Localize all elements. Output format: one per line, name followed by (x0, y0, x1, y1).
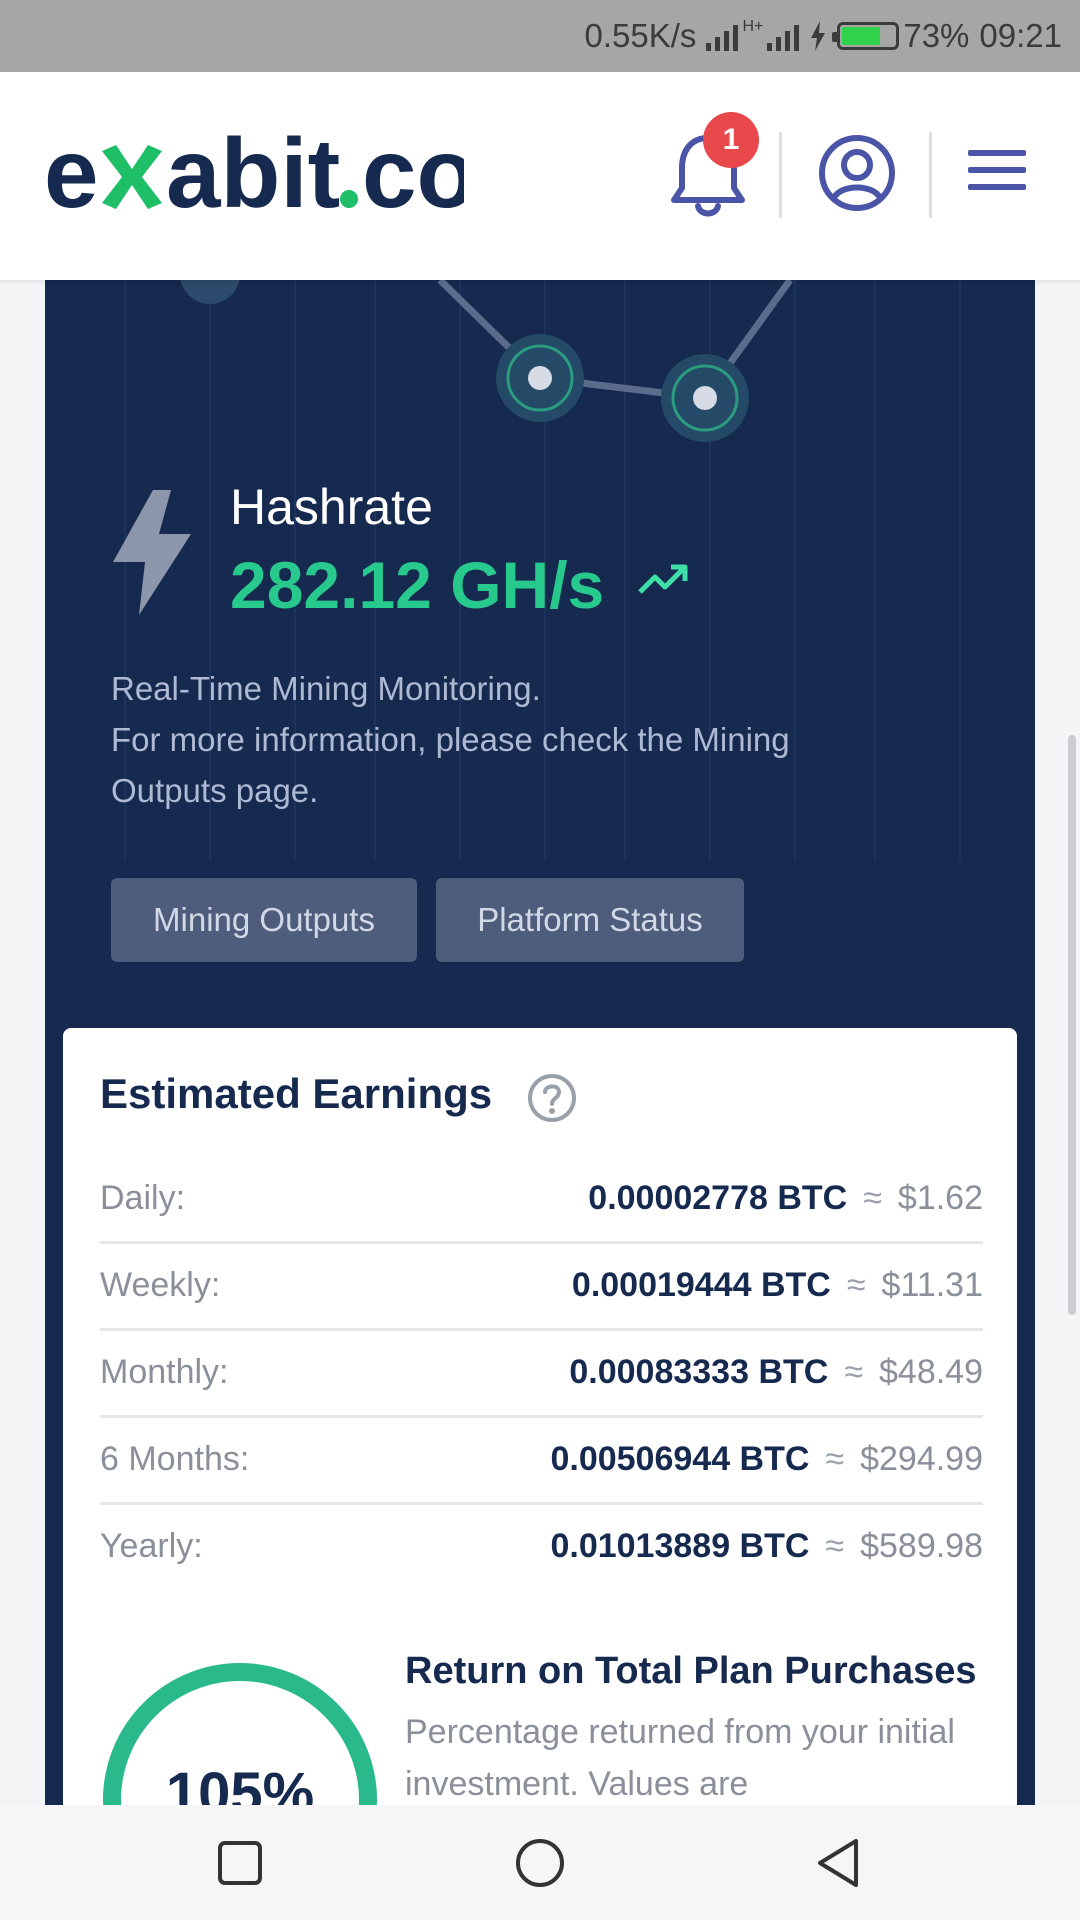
app-header: e abit co 1 (0, 72, 1080, 280)
signal-icon-2 (767, 21, 800, 51)
header-divider (779, 132, 782, 218)
hashrate-description-line1: Real-Time Mining Monitoring. (111, 670, 541, 707)
network-type: H+ (742, 18, 764, 35)
help-icon[interactable] (526, 1072, 578, 1124)
row-usd: $589.98 (860, 1527, 983, 1565)
hashrate-description: Real-Time Mining Monitoring. For more in… (111, 663, 891, 816)
bolt-icon (113, 490, 191, 615)
android-nav-bar (0, 1805, 1080, 1920)
row-btc: 0.01013889 BTC (550, 1527, 810, 1565)
row-btc: 0.00002778 BTC (588, 1179, 848, 1217)
row-btc: 0.00506944 BTC (550, 1440, 810, 1478)
page-scrollbar[interactable] (1068, 735, 1076, 1315)
header-divider-2 (929, 132, 932, 218)
platform-status-button[interactable]: Platform Status (436, 878, 744, 962)
status-bar-right: 0.55K/s H+ 73% 09:21 (585, 0, 1062, 72)
estimated-earnings-card: Estimated Earnings Daily: 0.00002778 BTC… (63, 1028, 1017, 1920)
mining-outputs-button[interactable]: Mining Outputs (111, 878, 417, 962)
earnings-row-daily: Daily: 0.00002778 BTC ≈ $1.62 (100, 1157, 983, 1244)
status-bar: 0.55K/s H+ 73% 09:21 (0, 0, 1080, 72)
home-icon[interactable] (510, 1833, 570, 1893)
row-approx: ≈ (825, 1527, 845, 1565)
row-usd: $294.99 (860, 1440, 983, 1478)
roi-title: Return on Total Plan Purchases (405, 1650, 977, 1692)
trending-up-icon (638, 564, 688, 594)
hashrate-label: Hashrate (230, 479, 433, 535)
earnings-row-yearly: Yearly: 0.01013889 BTC ≈ $589.98 (100, 1505, 983, 1592)
row-usd: $11.31 (881, 1266, 983, 1304)
earnings-row-monthly: Monthly: 0.00083333 BTC ≈ $48.49 (100, 1331, 983, 1418)
row-usd: $48.49 (879, 1353, 983, 1391)
svg-text:e: e (44, 118, 99, 227)
row-approx: ≈ (846, 1266, 866, 1304)
row-usd: $1.62 (897, 1179, 983, 1217)
notification-badge: 1 (703, 112, 759, 168)
hashrate-value: 282.12 GH/s (230, 548, 605, 622)
row-approx: ≈ (844, 1353, 863, 1391)
exabit-logo[interactable]: e abit co (44, 117, 476, 228)
row-label: 6 Months: (100, 1440, 250, 1478)
earnings-title: Estimated Earnings (100, 1070, 493, 1117)
row-label: Monthly: (100, 1353, 229, 1391)
battery-percent: 73% (903, 17, 970, 54)
battery-icon (832, 22, 900, 50)
row-approx: ≈ (863, 1179, 882, 1217)
svg-text:abit: abit (166, 118, 340, 227)
signal-icon (706, 21, 739, 51)
row-label: Weekly: (100, 1266, 221, 1304)
clock: 09:21 (979, 17, 1062, 54)
recent-apps-icon[interactable] (210, 1833, 270, 1893)
back-icon[interactable] (810, 1833, 870, 1893)
earnings-row-weekly: Weekly: 0.00019444 BTC ≈ $11.31 (100, 1244, 983, 1331)
network-speed: 0.55K/s (584, 17, 697, 54)
hashrate-description-line2: For more information, please check the M… (111, 721, 790, 809)
earnings-row-6-months: 6 Months: 0.00506944 BTC ≈ $294.99 (100, 1418, 983, 1505)
row-approx: ≈ (825, 1440, 845, 1478)
roi-description: Percentage returned from your initial in… (405, 1713, 955, 1803)
row-label: Daily: (100, 1179, 186, 1217)
charging-icon (811, 21, 826, 51)
menu-icon[interactable] (968, 148, 1026, 192)
row-label: Yearly: (100, 1527, 203, 1565)
row-btc: 0.00019444 BTC (571, 1266, 831, 1304)
svg-text:co: co (362, 118, 464, 227)
user-avatar-icon[interactable] (818, 134, 896, 212)
row-btc: 0.00083333 BTC (569, 1353, 829, 1391)
